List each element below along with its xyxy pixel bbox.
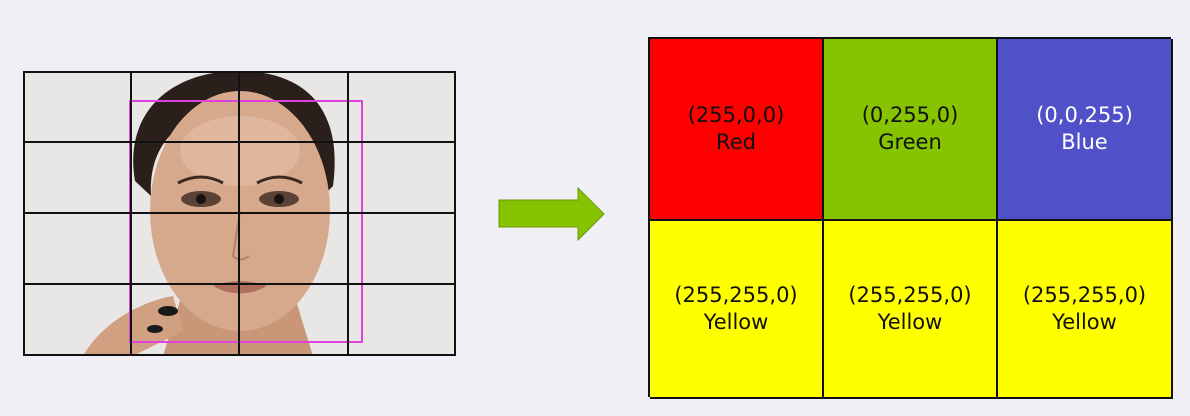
cell-red: (255,0,0) Red <box>650 39 824 221</box>
cell-color-name: Yellow <box>877 310 943 334</box>
cell-rgb: (255,255,0) <box>848 283 972 307</box>
face-photo <box>23 71 456 356</box>
cell-color-name: Blue <box>1061 130 1108 154</box>
cell-yellow-2: (255,255,0) Yellow <box>824 221 998 399</box>
cell-rgb: (255,255,0) <box>674 283 798 307</box>
cell-color-name: Green <box>878 130 942 154</box>
cell-color-name: Yellow <box>703 310 769 334</box>
right-arrow-icon <box>498 187 605 241</box>
face-photo-panel <box>23 71 456 356</box>
color-label-grid: (255,0,0) Red (0,255,0) Green (0,0,255) … <box>648 37 1173 399</box>
cell-color-name: Yellow <box>1052 310 1117 334</box>
cell-rgb: (0,255,0) <box>861 103 959 127</box>
cell-yellow-1: (255,255,0) Yellow <box>650 221 824 399</box>
cell-blue: (0,0,255) Blue <box>998 39 1173 221</box>
cell-color-name: Red <box>716 130 756 154</box>
cell-rgb: (255,255,0) <box>1022 283 1147 307</box>
cell-rgb: (0,0,255) <box>1036 103 1133 127</box>
cell-green: (0,255,0) Green <box>824 39 998 221</box>
cell-rgb: (255,0,0) <box>687 103 785 127</box>
cell-yellow-3: (255,255,0) Yellow <box>998 221 1173 399</box>
